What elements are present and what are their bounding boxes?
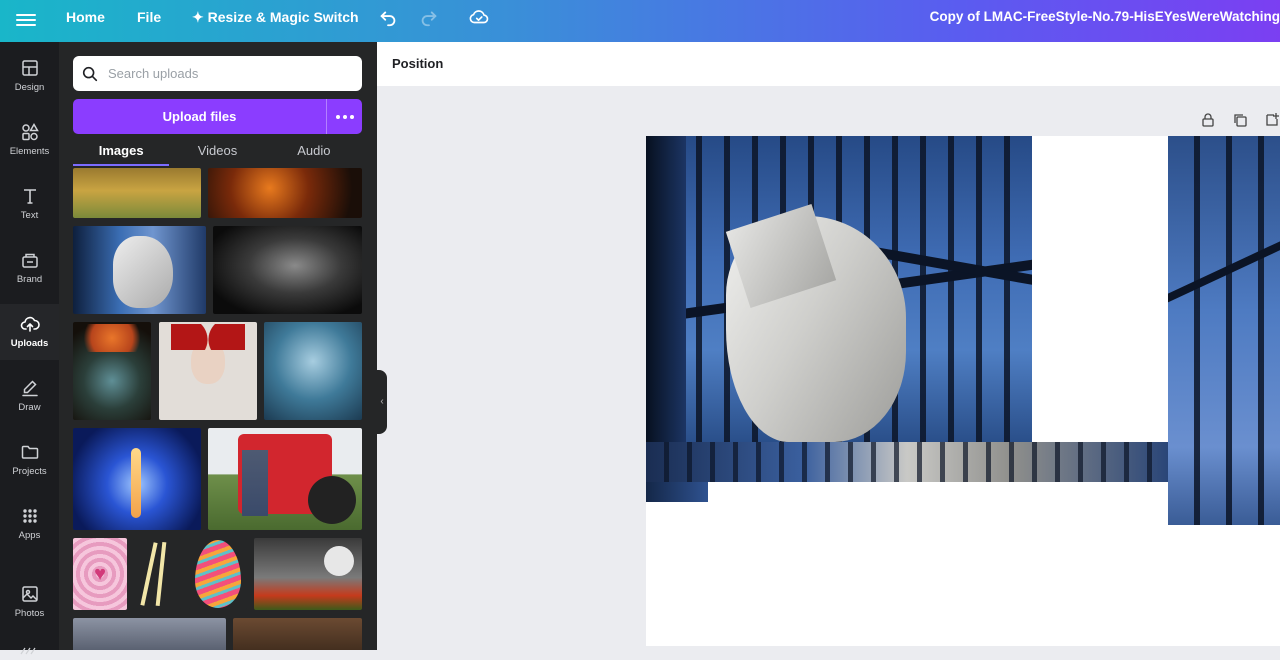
brand-icon xyxy=(21,253,38,268)
rail-label: Apps xyxy=(18,530,41,541)
upload-thumbnail[interactable] xyxy=(159,322,257,420)
upload-thumbnail[interactable] xyxy=(133,538,181,610)
upload-cloud-icon xyxy=(20,316,40,332)
apps-icon xyxy=(22,509,37,523)
canvas-image-corner[interactable] xyxy=(646,482,708,502)
rail-label: Elements xyxy=(9,146,50,157)
rail-label: Projects xyxy=(12,466,47,477)
upload-thumbnail[interactable] xyxy=(254,538,362,610)
upload-thumbnail[interactable] xyxy=(189,538,247,610)
collapse-panel-button[interactable]: ‹ xyxy=(377,370,387,434)
photos-icon xyxy=(21,586,38,602)
more-apps-icon[interactable] xyxy=(20,642,38,655)
rail-text[interactable]: Text xyxy=(0,176,59,232)
tab-images[interactable]: Images xyxy=(73,140,170,166)
tab-videos[interactable]: Videos xyxy=(169,140,265,166)
top-bar: Home File ✦ Resize & Magic Switch Copy o… xyxy=(0,0,1280,42)
tab-audio[interactable]: Audio xyxy=(266,140,362,166)
rail-uploads[interactable]: Uploads xyxy=(0,304,59,360)
add-page-icon[interactable] xyxy=(1264,112,1280,128)
sparkle-icon: ✦ xyxy=(192,9,208,25)
upload-thumbnail[interactable] xyxy=(73,226,206,314)
search-box[interactable] xyxy=(73,56,362,91)
canvas-image-strip[interactable] xyxy=(646,442,1168,482)
rail-brand[interactable]: Brand xyxy=(0,240,59,296)
duplicate-page-icon[interactable] xyxy=(1232,112,1248,128)
upload-thumbnail[interactable] xyxy=(208,428,362,530)
rail-photos[interactable]: Photos xyxy=(0,574,59,630)
upload-thumbnail[interactable] xyxy=(213,226,362,314)
upload-thumbnail[interactable] xyxy=(264,322,362,420)
lock-icon[interactable] xyxy=(1200,112,1216,128)
undo-icon[interactable] xyxy=(377,6,399,28)
rail-draw[interactable]: Draw xyxy=(0,368,59,424)
design-page[interactable] xyxy=(646,136,1280,646)
rail-label: Text xyxy=(20,210,39,221)
more-options-icon[interactable] xyxy=(326,99,362,134)
upload-thumbnail[interactable] xyxy=(208,168,362,218)
rail-elements[interactable]: Elements xyxy=(0,112,59,168)
rail-label: Uploads xyxy=(10,338,49,349)
rail-design[interactable]: Design xyxy=(0,48,59,104)
upload-thumbnail[interactable] xyxy=(73,428,201,530)
upload-thumbnail[interactable] xyxy=(233,618,362,650)
upload-thumbnail[interactable] xyxy=(73,168,201,218)
rail-label: Draw xyxy=(18,402,41,413)
upload-files-button[interactable]: Upload files xyxy=(73,99,362,134)
canvas-image-statue[interactable] xyxy=(646,136,1032,442)
home-button[interactable]: Home xyxy=(66,0,105,42)
rail-projects[interactable]: Projects xyxy=(0,432,59,488)
left-rail: Design Elements Text Brand Uploads Draw … xyxy=(0,42,59,655)
design-icon xyxy=(21,60,38,76)
text-icon xyxy=(23,189,36,204)
context-toolbar: Position xyxy=(377,42,1280,86)
search-icon xyxy=(82,66,98,81)
upload-thumbnail[interactable] xyxy=(73,322,151,420)
media-tabs: Images Videos Audio xyxy=(73,140,362,166)
folder-icon xyxy=(21,445,38,459)
canvas-image-building[interactable] xyxy=(1168,136,1280,525)
uploads-panel: Upload files Images Videos Audio xyxy=(59,42,377,650)
rail-label: Brand xyxy=(16,274,43,285)
file-menu-button[interactable]: File xyxy=(137,0,161,42)
rail-apps[interactable]: Apps xyxy=(0,496,59,552)
upload-thumbnail[interactable] xyxy=(73,618,226,650)
draw-icon xyxy=(21,380,38,397)
resize-label: Resize & Magic Switch xyxy=(207,9,359,25)
resize-magic-switch-button[interactable]: ✦ Resize & Magic Switch xyxy=(192,0,359,42)
cloud-saved-icon[interactable] xyxy=(468,6,490,28)
search-input[interactable] xyxy=(108,66,338,81)
position-button[interactable]: Position xyxy=(392,56,443,71)
rail-label: Photos xyxy=(14,608,45,619)
hamburger-menu-icon[interactable] xyxy=(16,11,36,31)
redo-icon[interactable] xyxy=(418,6,440,28)
rail-label: Design xyxy=(14,82,45,93)
design-title[interactable]: Copy of LMAC-FreeStyle-No.79-HisEYesWere… xyxy=(930,0,1280,42)
upload-files-label: Upload files xyxy=(162,109,237,124)
upload-thumbnail[interactable]: ♥ xyxy=(73,538,127,610)
elements-icon xyxy=(21,123,39,141)
